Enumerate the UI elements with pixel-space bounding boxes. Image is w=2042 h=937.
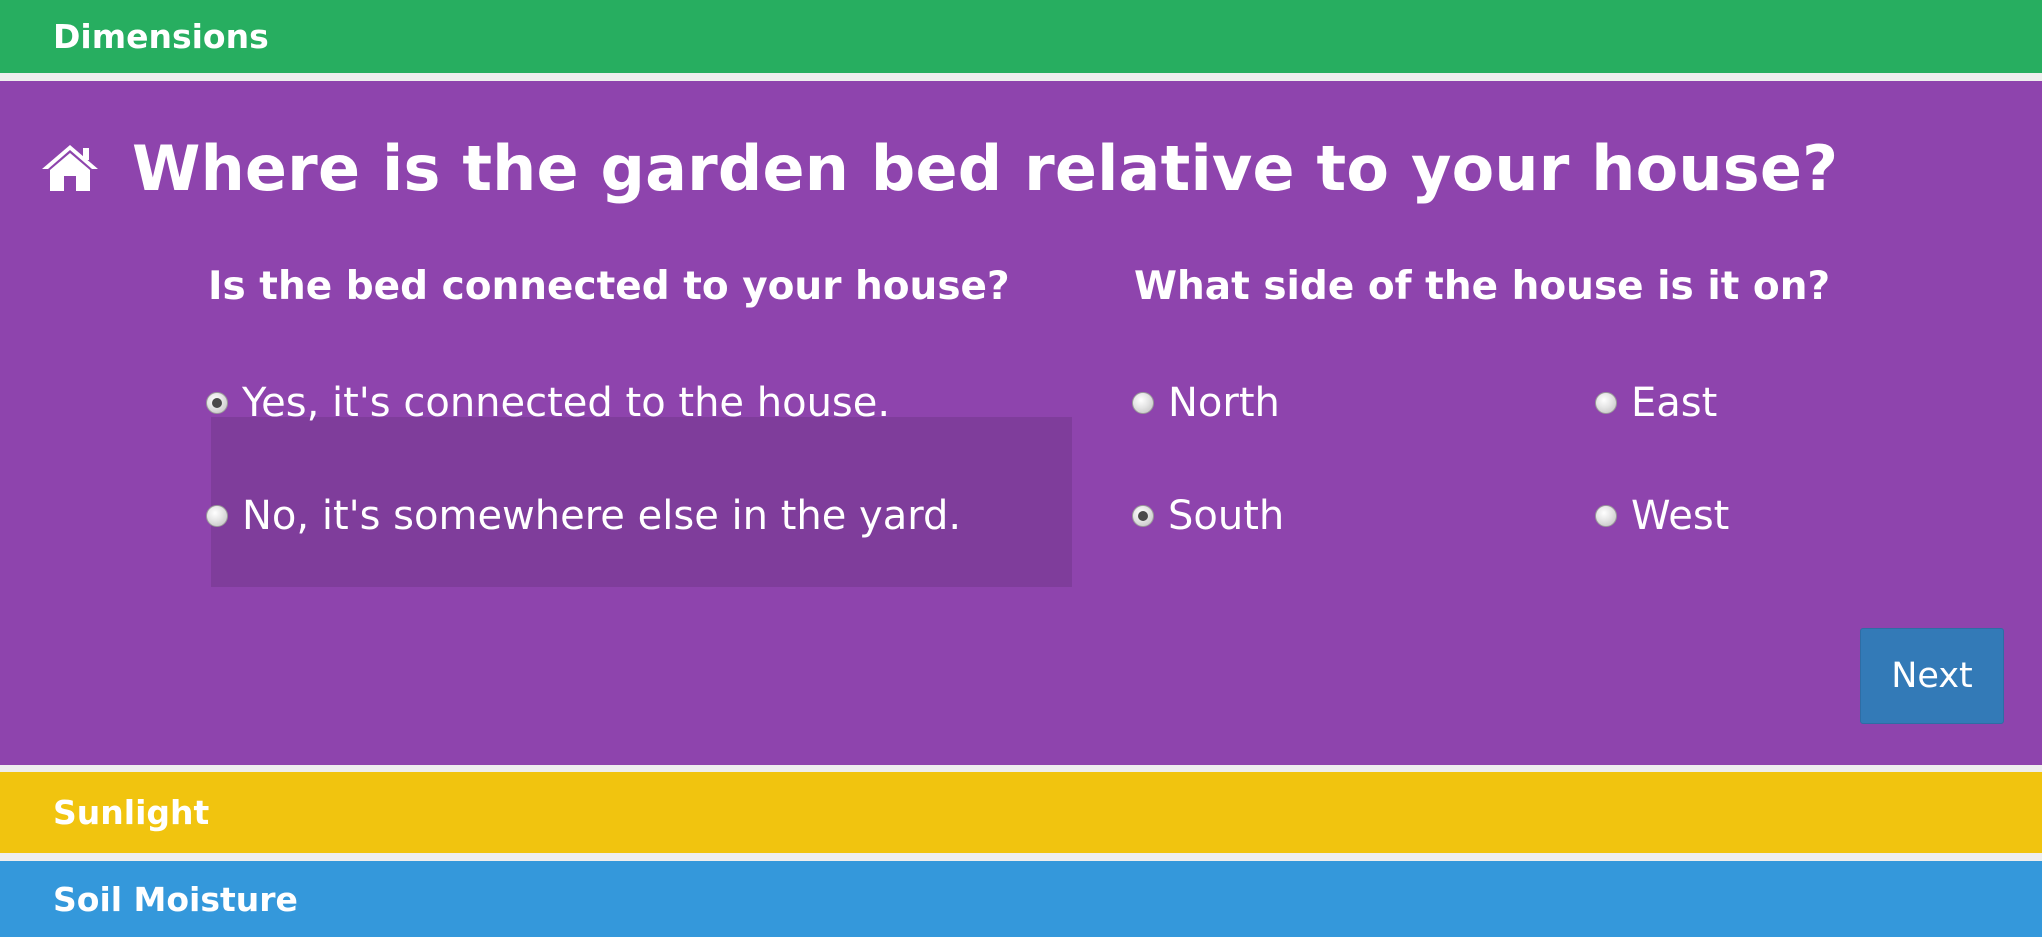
- radio-option-label: West: [1631, 493, 1730, 539]
- next-button[interactable]: Next: [1860, 628, 2004, 724]
- radio-option-north[interactable]: North: [1132, 373, 1280, 433]
- section-sunlight[interactable]: Sunlight: [0, 772, 2042, 853]
- radio-option-label: East: [1631, 380, 1718, 426]
- radio-button[interactable]: [206, 505, 228, 527]
- radio-option-east[interactable]: East: [1595, 373, 1717, 433]
- radio-option-label: South: [1168, 493, 1285, 539]
- radio-option-label: Yes, it's connected to the house.: [242, 380, 891, 426]
- radio-option-label: No, it's somewhere else in the yard.: [242, 493, 962, 539]
- radio-option-connected-yes[interactable]: Yes, it's connected to the house.: [206, 373, 890, 433]
- section-sunlight-label: Sunlight: [53, 793, 210, 832]
- radio-option-label: North: [1168, 380, 1280, 426]
- radio-button[interactable]: [1595, 505, 1617, 527]
- question-header: Where is the garden bed relative to your…: [40, 128, 1838, 208]
- radio-option-connected-no[interactable]: No, it's somewhere else in the yard.: [206, 486, 961, 546]
- radio-option-west[interactable]: West: [1595, 486, 1729, 546]
- radio-option-south[interactable]: South: [1132, 486, 1284, 546]
- page-title: Where is the garden bed relative to your…: [132, 131, 1839, 205]
- section-dimensions[interactable]: Dimensions: [0, 0, 2042, 73]
- connected-question-label: Is the bed connected to your house?: [208, 264, 1010, 309]
- section-soil-moisture[interactable]: Soil Moisture: [0, 861, 2042, 937]
- radio-button-checked[interactable]: [1132, 505, 1154, 527]
- side-question-label: What side of the house is it on?: [1134, 264, 1831, 309]
- home-icon: [42, 145, 98, 191]
- radio-button[interactable]: [1595, 392, 1617, 414]
- section-dimensions-label: Dimensions: [53, 17, 269, 56]
- section-soil-moisture-label: Soil Moisture: [53, 879, 298, 919]
- radio-button-checked[interactable]: [206, 392, 228, 414]
- radio-button[interactable]: [1132, 392, 1154, 414]
- location-question-panel: Where is the garden bed relative to your…: [0, 81, 2042, 765]
